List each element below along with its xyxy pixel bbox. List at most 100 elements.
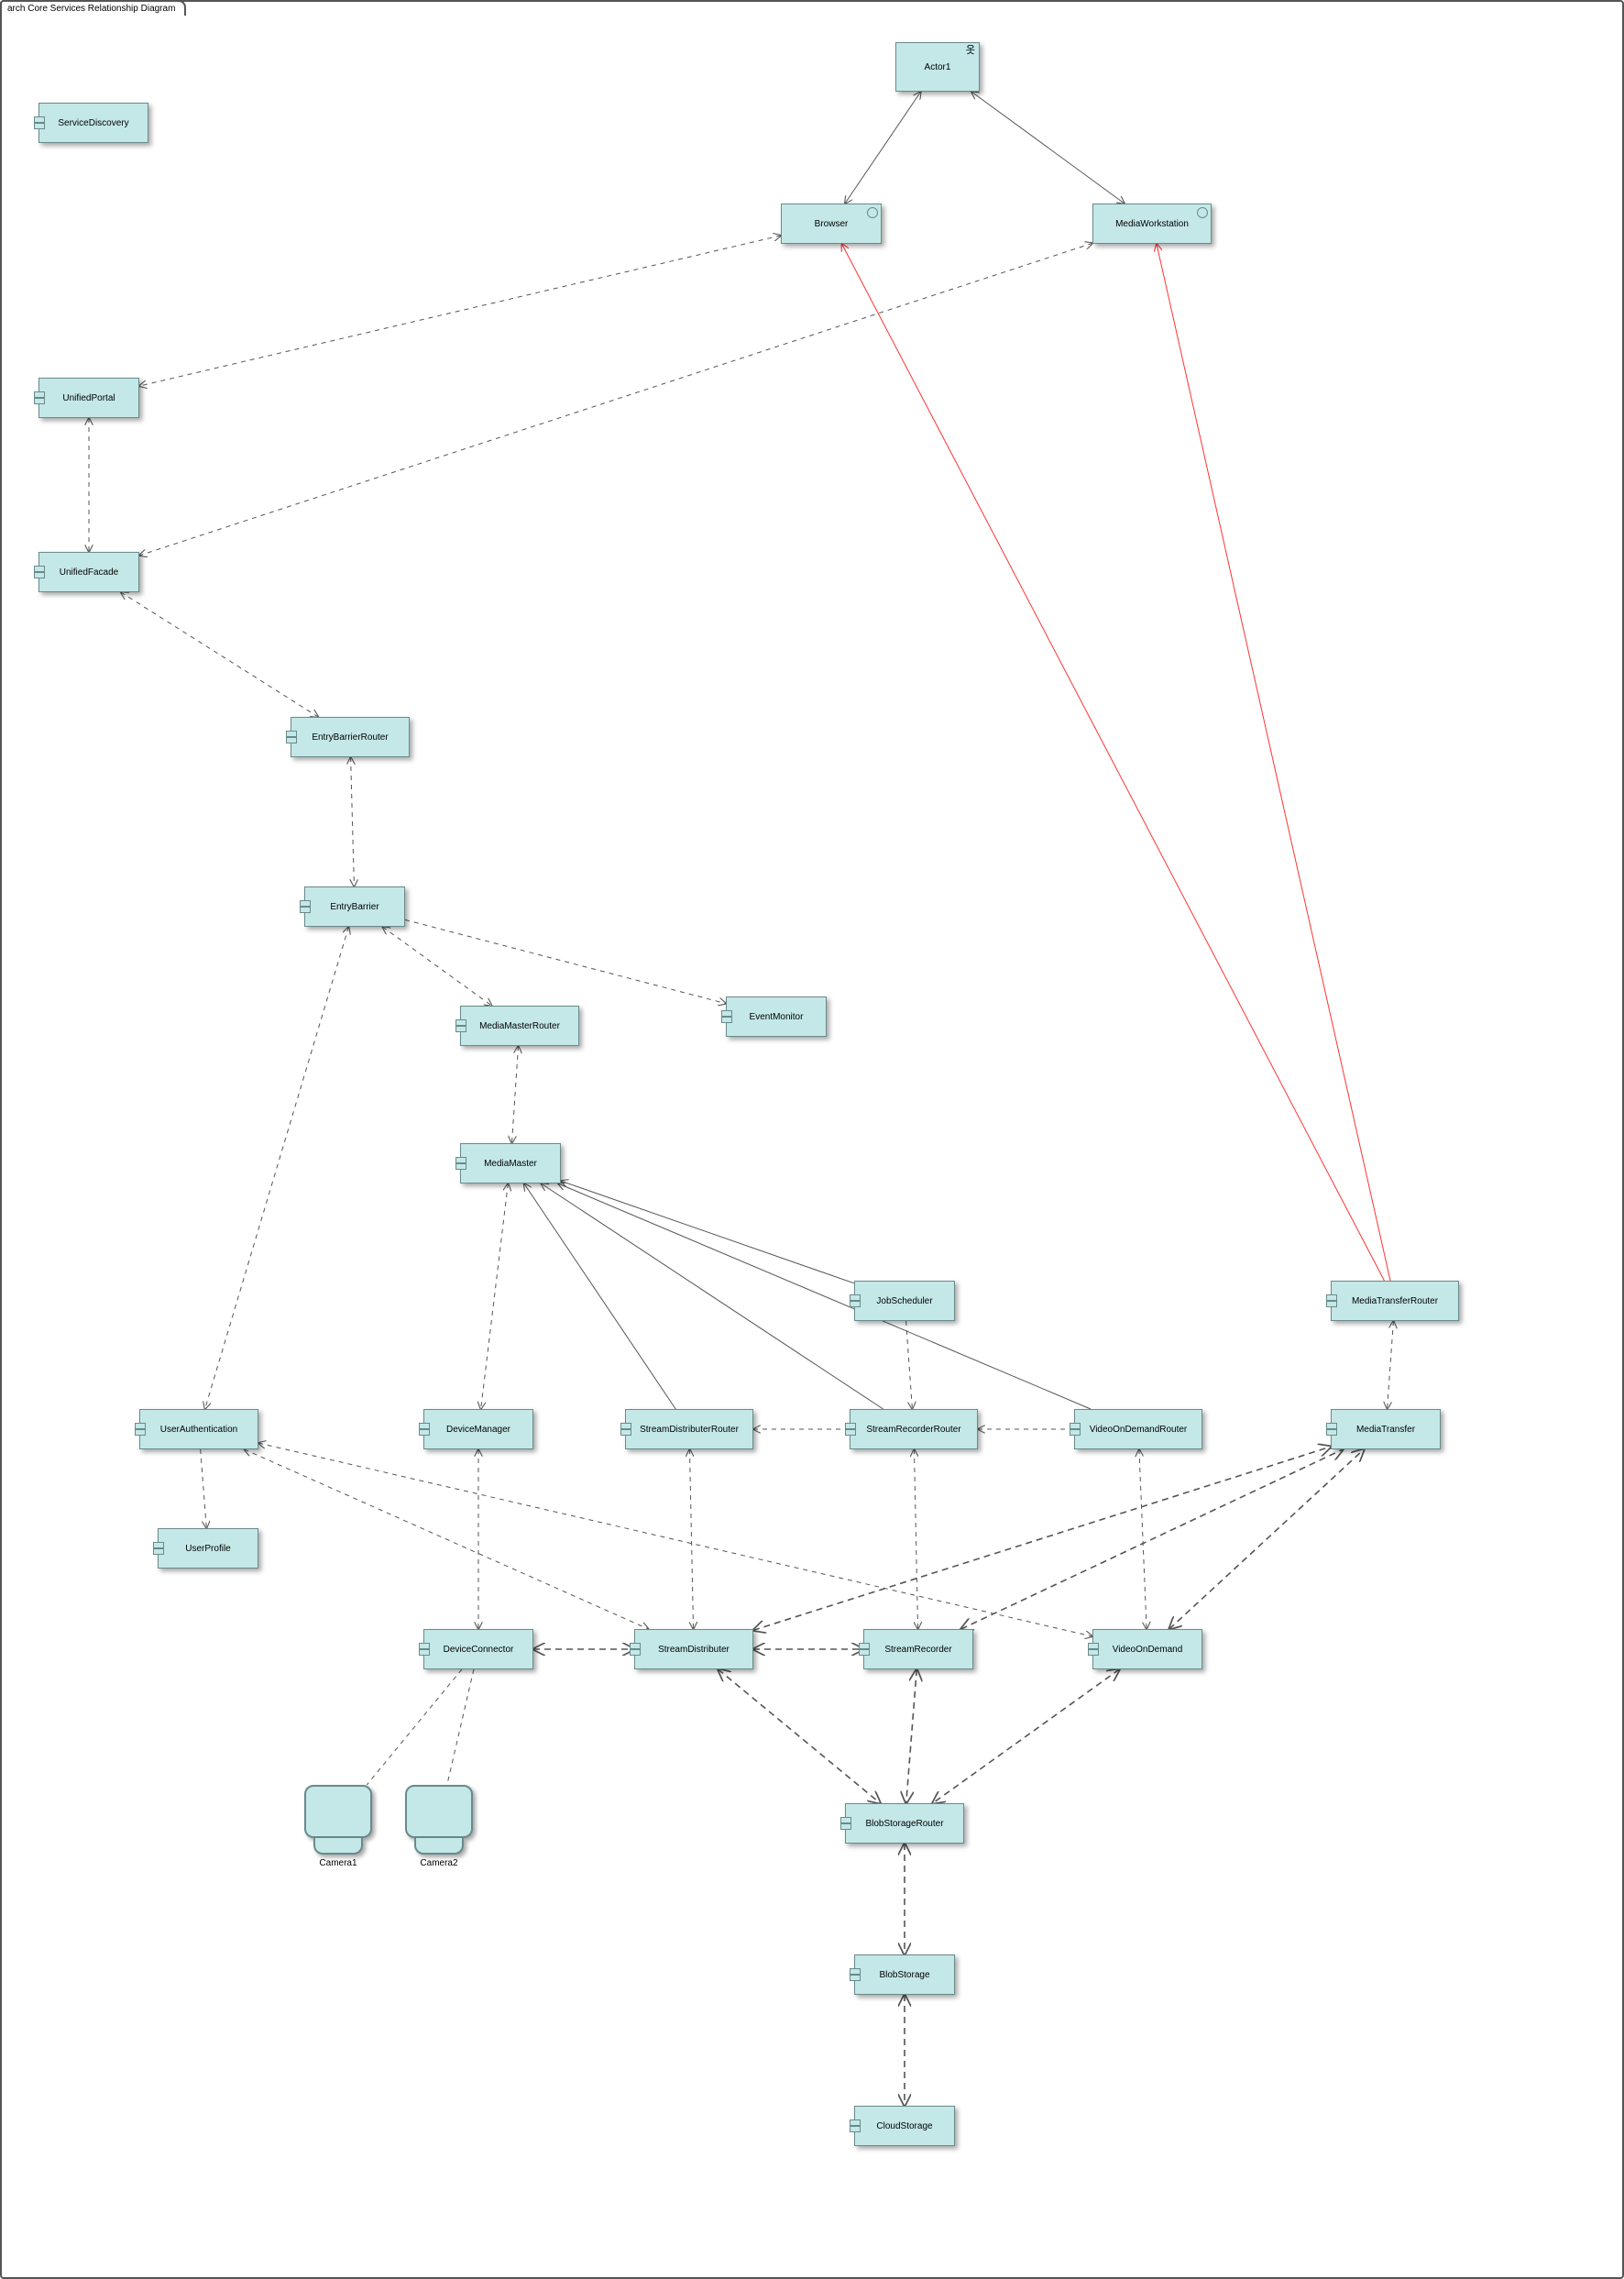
component-icon — [850, 1294, 861, 1308]
streamRecorderRouter-label: StreamRecorderRouter — [866, 1425, 960, 1435]
edge-streamRecorderRouter-streamRecorder — [914, 1449, 917, 1629]
edge-mediaWorkstation-mediaTransferRouter — [1157, 244, 1390, 1281]
camera2-label: Camera2 — [420, 1858, 457, 1868]
browser-label: Browser — [815, 219, 849, 229]
userProfile-label: UserProfile — [185, 1544, 230, 1554]
edge-entryBarrier-mediaMasterRouter — [382, 927, 491, 1006]
videoOnDemand-label: VideoOnDemand — [1113, 1645, 1183, 1655]
streamDistributerRouter-node: StreamDistributerRouter — [625, 1409, 753, 1449]
mediaTransfer-label: MediaTransfer — [1356, 1425, 1415, 1435]
edges-layer — [2, 2, 1622, 2277]
userAuthentication-label: UserAuthentication — [160, 1425, 238, 1435]
edge-userAuthentication-streamDistributer — [245, 1449, 649, 1629]
deviceConnector-node: DeviceConnector — [423, 1629, 533, 1669]
interface-icon — [867, 207, 878, 218]
component-icon — [1326, 1294, 1337, 1308]
edge-mediaWorkstation-unifiedFacade — [139, 243, 1092, 556]
serviceDiscovery-node: ServiceDiscovery — [38, 103, 148, 143]
deviceConnector-label: DeviceConnector — [444, 1645, 514, 1655]
eventMonitor-node: EventMonitor — [726, 996, 827, 1037]
camera1-device: Camera1 — [304, 1785, 372, 1868]
entryBarrier-node: EntryBarrier — [304, 886, 405, 927]
edge-entryBarrier-eventMonitor — [405, 919, 726, 1003]
eventMonitor-label: EventMonitor — [750, 1012, 804, 1022]
videoOnDemandRouter-label: VideoOnDemandRouter — [1090, 1425, 1188, 1435]
blobStorage-node: BlobStorage — [854, 1954, 955, 1995]
actor-icon: 옷 — [966, 46, 975, 56]
edge-jobScheduler-mediaMaster — [561, 1181, 854, 1283]
edge-deviceConnector-camera1 — [367, 1669, 462, 1785]
edge-mediaMaster-streamRecorderRouter — [541, 1184, 883, 1409]
edge-browser-mediaTransferRouter — [842, 244, 1385, 1281]
edge-deviceConnector-camera2 — [447, 1669, 474, 1785]
component-icon — [1326, 1422, 1337, 1437]
mediaMaster-node: MediaMaster — [460, 1143, 561, 1184]
edge-mediaMaster-streamDistributerRouter — [524, 1184, 675, 1409]
unifiedPortal-node: UnifiedPortal — [38, 378, 139, 418]
edge-mediaMaster-videoOnDemandRouter — [558, 1184, 1091, 1409]
edge-mediaMaster-deviceManager — [481, 1184, 509, 1409]
edge-streamRecorder-blobStorageRouter — [906, 1669, 917, 1803]
diagram-title: arch Core Services Relationship Diagram — [7, 4, 175, 14]
component-icon — [135, 1422, 146, 1437]
component-icon — [34, 391, 45, 405]
component-icon — [850, 1967, 861, 1982]
streamDistributer-node: StreamDistributer — [634, 1629, 753, 1669]
mediaMaster-label: MediaMaster — [484, 1159, 537, 1169]
camera2-screen — [405, 1785, 473, 1838]
edge-streamDistributer-mediaTransfer — [753, 1447, 1331, 1630]
streamDistributer-label: StreamDistributer — [658, 1645, 730, 1655]
edge-userAuthentication-userProfile — [201, 1449, 207, 1528]
videoOnDemand-node: VideoOnDemand — [1092, 1629, 1202, 1669]
mediaMasterRouter-node: MediaMasterRouter — [460, 1006, 579, 1046]
streamRecorderRouter-node: StreamRecorderRouter — [850, 1409, 978, 1449]
cloudStorage-label: CloudStorage — [876, 2121, 932, 2131]
blobStorageRouter-node: BlobStorageRouter — [845, 1803, 964, 1844]
actor1-node: Actor1옷 — [895, 42, 980, 92]
unifiedFacade-node: UnifiedFacade — [38, 552, 139, 592]
browser-node: Browser — [781, 204, 882, 244]
diagram-frame: arch Core Services Relationship Diagram … — [0, 0, 1624, 2279]
mediaTransferRouter-label: MediaTransferRouter — [1352, 1296, 1438, 1306]
edge-streamDistributerRouter-streamDistributer — [689, 1449, 693, 1629]
edge-actor1-browser — [845, 92, 921, 204]
serviceDiscovery-label: ServiceDiscovery — [58, 118, 128, 128]
component-icon — [419, 1642, 430, 1657]
userProfile-node: UserProfile — [158, 1528, 258, 1569]
edge-entryBarrier-userAuthentication — [205, 927, 349, 1409]
edge-mediaTransferRouter-mediaTransfer — [1388, 1321, 1394, 1409]
edge-videoOnDemand-mediaTransfer — [1169, 1449, 1364, 1629]
edge-unifiedFacade-entryBarrierRouter — [121, 592, 318, 717]
blobStorage-label: BlobStorage — [879, 1970, 929, 1980]
component-icon — [455, 1156, 466, 1171]
camera2-base — [414, 1838, 464, 1855]
component-icon — [620, 1422, 631, 1437]
mediaWorkstation-label: MediaWorkstation — [1115, 219, 1189, 229]
edge-streamRecorder-mediaTransfer — [961, 1449, 1344, 1629]
edge-mediaMasterRouter-mediaMaster — [511, 1046, 518, 1143]
component-icon — [34, 116, 45, 130]
blobStorageRouter-label: BlobStorageRouter — [865, 1819, 943, 1829]
component-icon — [721, 1009, 732, 1024]
edge-videoOnDemandRouter-videoOnDemand — [1139, 1449, 1147, 1629]
entryBarrierRouter-node: EntryBarrierRouter — [291, 717, 410, 757]
component-icon — [845, 1422, 856, 1437]
component-icon — [630, 1642, 641, 1657]
camera1-base — [313, 1838, 363, 1855]
edge-jobScheduler-streamRecorderRouter — [906, 1321, 913, 1409]
edge-entryBarrierRouter-entryBarrier — [351, 757, 355, 886]
mediaWorkstation-node: MediaWorkstation — [1092, 204, 1212, 244]
camera2-device: Camera2 — [405, 1785, 473, 1868]
camera1-screen — [304, 1785, 372, 1838]
mediaMasterRouter-label: MediaMasterRouter — [479, 1021, 560, 1031]
edge-streamDistributer-blobStorageRouter — [719, 1669, 881, 1803]
component-icon — [455, 1018, 466, 1033]
component-icon — [850, 2119, 861, 2133]
component-icon — [34, 565, 45, 579]
component-icon — [840, 1816, 851, 1831]
deviceManager-node: DeviceManager — [423, 1409, 533, 1449]
entryBarrier-label: EntryBarrier — [330, 902, 379, 912]
streamRecorder-label: StreamRecorder — [884, 1645, 951, 1655]
component-icon — [859, 1642, 870, 1657]
interface-icon — [1197, 207, 1208, 218]
